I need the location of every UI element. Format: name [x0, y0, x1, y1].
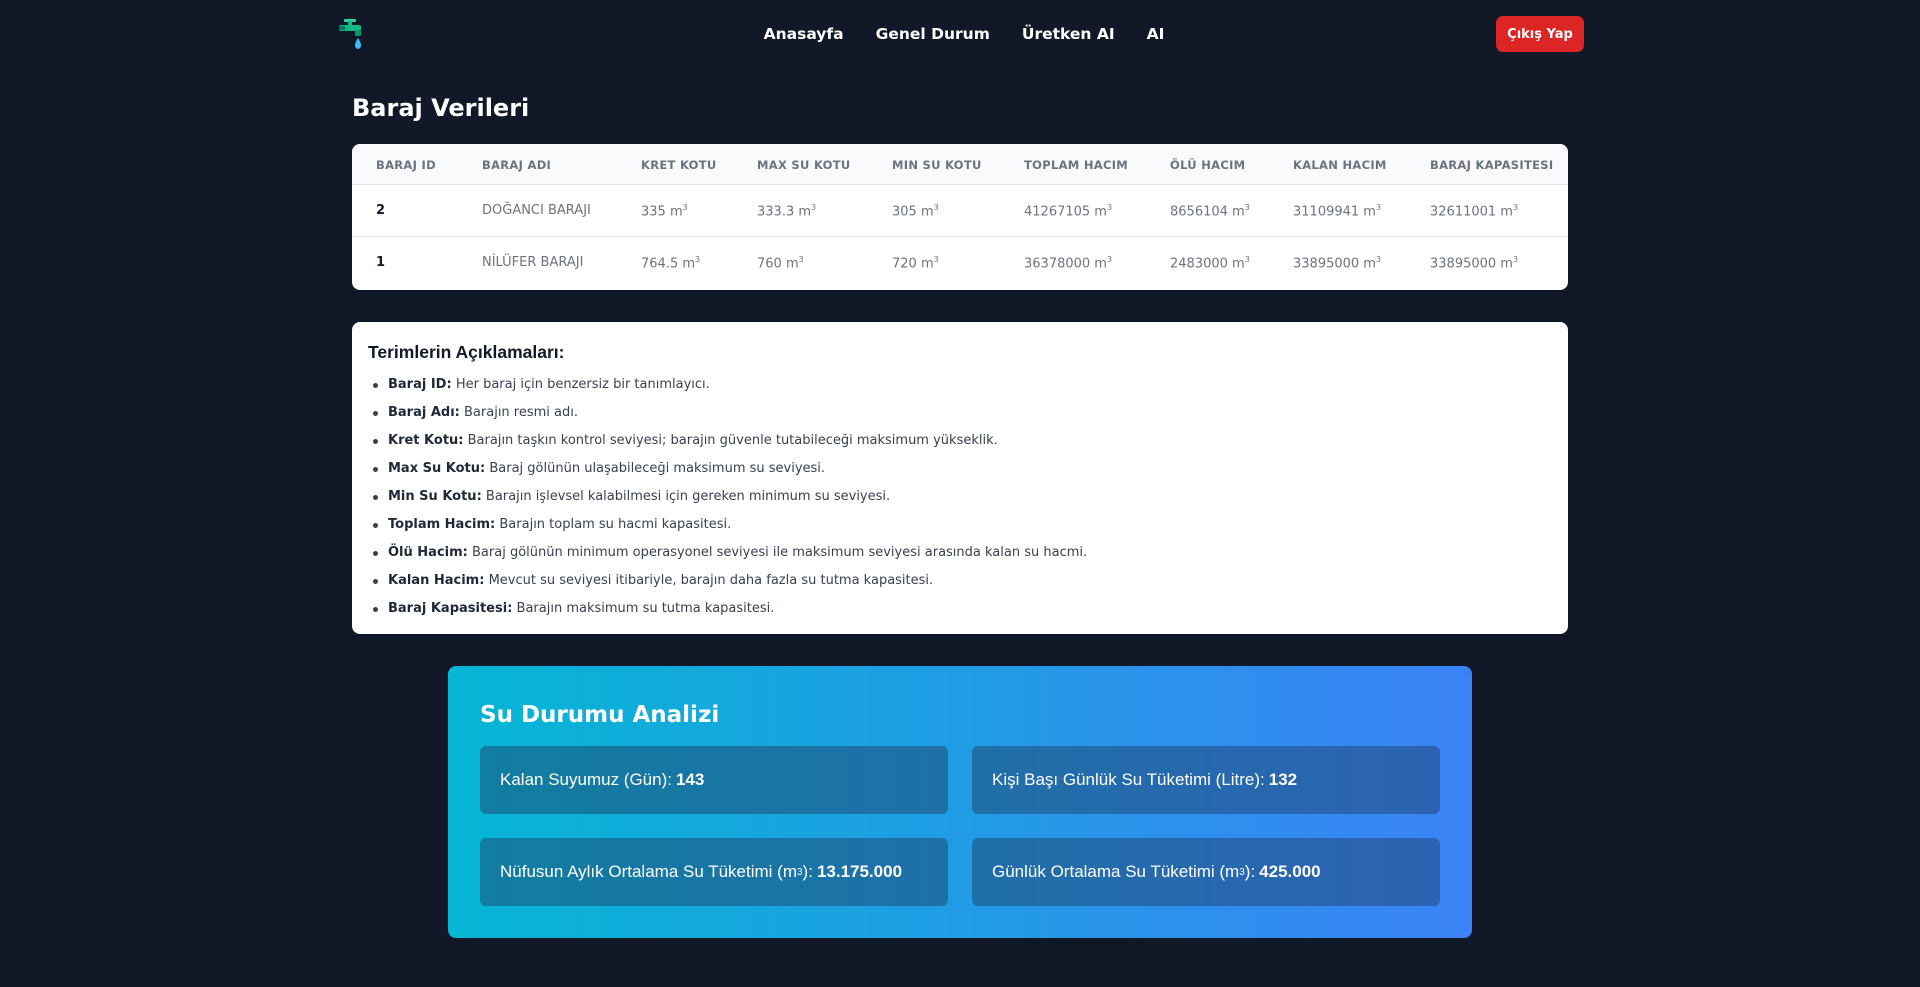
- list-item: Baraj ID: Her baraj için benzersiz bir t…: [373, 371, 1552, 399]
- list-item: Kalan Hacim: Mevcut su seviyesi itibariy…: [373, 567, 1552, 595]
- header-min-su-kotu: MIN SU KOTU: [892, 158, 982, 172]
- terms-list: Baraj ID: Her baraj için benzersiz bir t…: [368, 371, 1552, 623]
- header-kalan-hacim: KALAN HACIM: [1293, 158, 1387, 172]
- terms-card: Terimlerin Açıklamaları: Baraj ID: Her b…: [352, 322, 1568, 634]
- cell-kalan-hacim: 33895000 m3: [1293, 255, 1382, 272]
- nav-link-ai[interactable]: AI: [1147, 22, 1165, 46]
- navbar: Anasayfa Genel Durum Üretken AI AI Çıkış…: [0, 0, 1920, 68]
- header-kret-kotu: KRET KOTU: [641, 158, 717, 172]
- cell-id: 2: [376, 203, 386, 218]
- cell-olu-hacim: 8656104 m3: [1170, 203, 1250, 220]
- stat-remaining-days: Kalan Suyumuz (Gün): 143: [480, 746, 948, 814]
- nav-link-general-status[interactable]: Genel Durum: [876, 22, 990, 46]
- nav-links: Anasayfa Genel Durum Üretken AI AI: [0, 22, 1920, 46]
- header-toplam-hacim: TOPLAM HACIM: [1024, 158, 1129, 172]
- stat-daily-consumption: Günlük Ortalama Su Tüketimi (m 3): 425.000: [972, 838, 1440, 906]
- cell-baraj-kapasitesi: 33895000 m3: [1430, 255, 1519, 272]
- list-item: Max Su Kotu: Baraj gölünün ulaşabileceği…: [373, 455, 1552, 483]
- table-header: BARAJ ID BARAJ ADI KRET KOTU MAX SU KOTU…: [352, 144, 1568, 185]
- header-olu-hacim: ÖLÜ HACIM: [1170, 158, 1246, 172]
- list-item: Toplam Hacim: Barajın toplam su hacmi ka…: [373, 511, 1552, 539]
- header-baraj-adi: BARAJ ADI: [482, 158, 552, 172]
- stat-per-capita-daily: Kişi Başı Günlük Su Tüketimi (Litre): 132: [972, 746, 1440, 814]
- cell-kret-kotu: 335 m3: [641, 203, 688, 220]
- nav-link-home[interactable]: Anasayfa: [764, 22, 844, 46]
- cell-name: DOĞANCI BARAJI: [482, 203, 591, 218]
- cell-olu-hacim: 2483000 m3: [1170, 255, 1250, 272]
- table-row[interactable]: 2 DOĞANCI BARAJI 335 m3 333.3 m3 305 m3 …: [352, 185, 1568, 237]
- list-item: Kret Kotu: Barajın taşkın kontrol seviye…: [373, 427, 1552, 455]
- list-item: Baraj Adı: Barajın resmi adı.: [373, 399, 1552, 427]
- list-item: Ölü Hacim: Baraj gölünün minimum operasy…: [373, 539, 1552, 567]
- cell-min-su-kotu: 720 m3: [892, 255, 939, 272]
- cell-max-su-kotu: 760 m3: [757, 255, 804, 272]
- dam-data-table: BARAJ ID BARAJ ADI KRET KOTU MAX SU KOTU…: [352, 144, 1568, 290]
- list-item: Min Su Kotu: Barajın işlevsel kalabilmes…: [373, 483, 1552, 511]
- terms-title: Terimlerin Açıklamaları:: [368, 342, 565, 362]
- table-row[interactable]: 1 NİLÜFER BARAJI 764.5 m3 760 m3 720 m3 …: [352, 237, 1568, 289]
- cell-name: NİLÜFER BARAJI: [482, 255, 584, 270]
- page-title: Baraj Verileri: [352, 94, 530, 122]
- header-baraj-kapasitesi: BARAJ KAPASITESI: [1430, 158, 1554, 172]
- logout-button[interactable]: Çıkış Yap: [1496, 16, 1584, 52]
- stat-monthly-consumption: Nüfusun Aylık Ortalama Su Tüketimi (m 3):…: [480, 838, 948, 906]
- water-analysis-card: Su Durumu Analizi Kalan Suyumuz (Gün): 14…: [448, 666, 1472, 938]
- cell-kalan-hacim: 31109941 m3: [1293, 203, 1382, 220]
- cell-id: 1: [376, 255, 386, 270]
- analysis-title: Su Durumu Analizi: [480, 702, 720, 728]
- cell-kret-kotu: 764.5 m3: [641, 255, 701, 272]
- cell-min-su-kotu: 305 m3: [892, 203, 939, 220]
- header-baraj-id: BARAJ ID: [376, 158, 436, 172]
- cell-toplam-hacim: 36378000 m3: [1024, 255, 1113, 272]
- header-max-su-kotu: MAX SU KOTU: [757, 158, 851, 172]
- nav-link-generative-ai[interactable]: Üretken AI: [1022, 22, 1115, 46]
- cell-baraj-kapasitesi: 32611001 m3: [1430, 203, 1519, 220]
- cell-toplam-hacim: 41267105 m3: [1024, 203, 1113, 220]
- list-item: Baraj Kapasitesi: Barajın maksimum su tu…: [373, 595, 1552, 623]
- cell-max-su-kotu: 333.3 m3: [757, 203, 817, 220]
